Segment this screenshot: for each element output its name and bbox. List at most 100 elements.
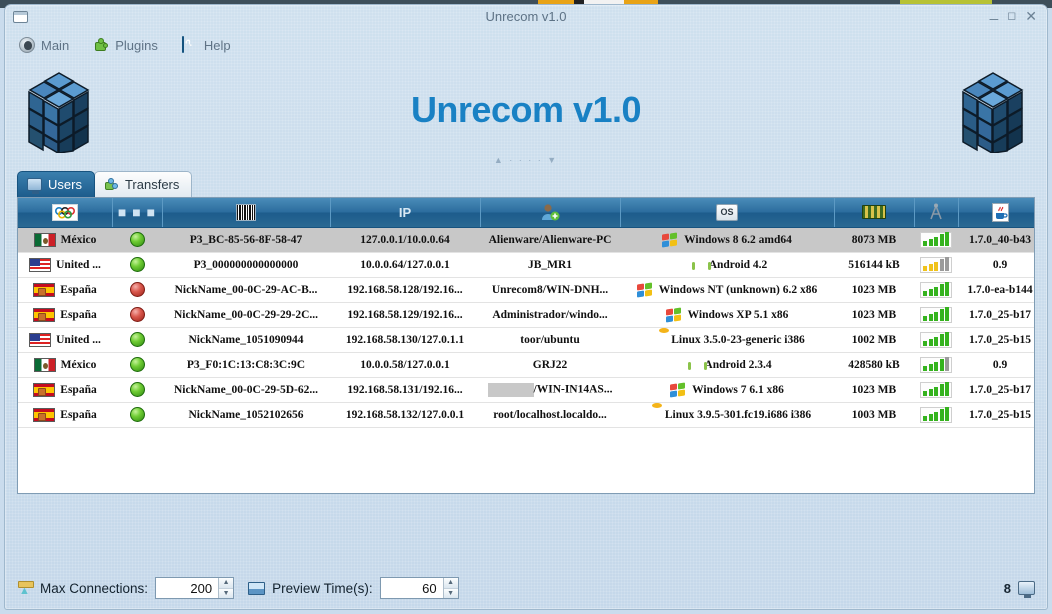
menu-label-main: Main: [41, 37, 70, 53]
column-header-signal[interactable]: [914, 198, 959, 228]
preview-time-spin-down[interactable]: ▼: [443, 588, 458, 598]
signal-strength-icon: [920, 231, 952, 248]
flag-icon: [33, 407, 56, 422]
tab-transfers[interactable]: Transfers: [93, 171, 193, 197]
cell-user: toor/ubuntu: [480, 327, 620, 353]
window-controls: _ ◻ ✕: [990, 5, 1037, 23]
column-header-os[interactable]: OS: [620, 198, 835, 228]
cell-java: 0.9: [958, 252, 1034, 278]
column-header-nickname[interactable]: [162, 198, 331, 228]
column-header-status[interactable]: ■ ■ ■: [112, 198, 163, 228]
banner-nav-dots[interactable]: ▲ · · · · ▼: [5, 155, 1047, 165]
cell-user: root/localhost.localdo...: [493, 408, 607, 421]
menu-item-plugins[interactable]: Plugins: [93, 37, 158, 53]
preview-image-icon: [248, 581, 266, 595]
ram-module-icon: [862, 205, 886, 220]
cell-ip: 127.0.0.1/10.0.0.64: [330, 227, 480, 253]
close-button[interactable]: ✕: [1025, 9, 1037, 23]
tab-transfers-label: Transfers: [124, 177, 180, 192]
cell-signal: [914, 302, 958, 328]
tab-bar: Users Transfers: [17, 171, 193, 197]
dots-icon: ■ ■ ■: [117, 204, 157, 221]
transfer-icon: [104, 178, 119, 191]
preview-time-stepper[interactable]: ▲ ▼: [379, 577, 459, 599]
menu-item-main[interactable]: Main: [19, 37, 69, 53]
table-row[interactable]: México P3_F0:1C:13:C8:3C:9C 10.0.0.58/127.…: [18, 352, 1034, 378]
table-row[interactable]: España NickName_00-0C-29-29-2C... 192.168.…: [18, 302, 1034, 328]
table-row[interactable]: United ... NickName_1051090944 192.168.58.…: [18, 327, 1034, 353]
cell-os: Windows XP 5.1 x86: [620, 302, 834, 328]
preview-time-label: Preview Time(s):: [272, 580, 373, 596]
max-connections-spin-up[interactable]: ▲: [219, 578, 234, 589]
cell-ip: 192.168.58.130/127.0.1.1: [330, 327, 480, 353]
cell-java: 0.9: [958, 352, 1034, 378]
minimize-button[interactable]: _: [990, 5, 998, 20]
status-indicator-icon: [129, 257, 145, 272]
signal-strength-icon: [920, 381, 952, 398]
preview-time-input[interactable]: [380, 578, 443, 598]
preview-time-spin-buttons[interactable]: ▲ ▼: [442, 578, 458, 598]
windows-icon: [662, 232, 679, 248]
cell-country: México: [18, 352, 112, 378]
cell-ip: 192.168.58.132/127.0.0.1: [330, 402, 480, 428]
status-indicator-icon: [129, 357, 145, 372]
tab-users[interactable]: Users: [17, 171, 95, 197]
status-indicator-icon: [129, 282, 145, 297]
maximize-button[interactable]: ◻: [1007, 10, 1016, 22]
max-connections-stepper[interactable]: ▲ ▼: [155, 577, 235, 599]
linux-tux-icon: [643, 407, 660, 423]
cell-status: [112, 327, 162, 353]
column-header-ip[interactable]: IP: [330, 198, 481, 228]
cell-os: Windows NT (unknown) 6.2 x86: [620, 277, 834, 303]
cell-ram: 1023 MB: [834, 377, 914, 403]
cell-os: Windows 8 6.2 amd64: [620, 227, 834, 253]
cell-user: Unrecom8/WIN-DNH...: [491, 283, 609, 296]
cell-status: [112, 302, 162, 328]
cell-status: [112, 277, 162, 303]
app-title: Unrecom v1.0: [410, 89, 642, 130]
column-header-java[interactable]: [958, 198, 1034, 228]
table-row[interactable]: España NickName_00-0C-29-5D-62... 192.168.…: [18, 377, 1034, 403]
windows-icon: [636, 282, 654, 298]
column-header-country[interactable]: [18, 198, 113, 228]
menu-bar: Main Plugins Help: [5, 31, 1047, 59]
cell-user: GRJ22: [532, 358, 568, 371]
cell-os: Linux 3.5.0-23-generic i386: [620, 327, 834, 353]
java-cup-icon: [991, 202, 1009, 222]
preview-time-group: Preview Time(s): ▲ ▼: [248, 577, 459, 599]
flag-icon: [29, 332, 52, 347]
status-bar: Max Connections: ▲ ▼ Preview Time(s): ▲: [5, 567, 1047, 609]
client-count-group: 8: [1004, 581, 1035, 598]
cell-country: España: [18, 277, 112, 303]
table-row[interactable]: España NickName_00-0C-29-AC-B... 192.168.5…: [18, 277, 1034, 303]
monitor-icon: [1018, 581, 1035, 598]
table-header-row: ■ ■ ■ IP OS: [18, 198, 1034, 228]
cell-java: 1.7.0_25-b15: [958, 402, 1034, 428]
cell-java: 1.7.0-ea-b144: [958, 277, 1034, 303]
monitor-icon: [27, 178, 42, 194]
cell-user: JB_MR1: [527, 258, 573, 271]
cell-status: [112, 377, 162, 403]
users-table-panel[interactable]: ■ ■ ■ IP OS México P3_BC-85-56-8F-58-47 127.…: [17, 197, 1035, 494]
column-header-user[interactable]: [480, 198, 621, 228]
preview-time-spin-up[interactable]: ▲: [443, 578, 458, 589]
cell-nickname: NickName_1051090944: [162, 327, 330, 353]
table-row[interactable]: United ... P3_000000000000000 10.0.0.64/12…: [18, 252, 1034, 278]
max-connections-spin-buttons[interactable]: ▲ ▼: [218, 578, 234, 598]
help-diamond-icon: [181, 36, 198, 53]
cell-signal: [914, 352, 958, 378]
signal-strength-icon: [920, 356, 952, 373]
cell-os: Android 2.3.4: [620, 352, 834, 378]
column-header-ram[interactable]: [834, 198, 915, 228]
max-connections-input[interactable]: [156, 578, 219, 598]
cell-os: Windows 7 6.1 x86: [620, 377, 834, 403]
signal-strength-icon: [920, 306, 952, 323]
menu-item-help[interactable]: Help: [181, 36, 231, 53]
table-row[interactable]: México P3_BC-85-56-8F-58-47 127.0.0.1/10.0…: [18, 227, 1034, 253]
cell-nickname: NickName_1052102656: [162, 402, 330, 428]
table-row[interactable]: España NickName_1052102656 192.168.58.132/…: [18, 402, 1034, 428]
redacted-block: [487, 382, 534, 397]
max-connections-spin-down[interactable]: ▼: [219, 588, 234, 598]
cell-user: Alienware/Alienware-PC: [480, 227, 620, 253]
windows-icon: [665, 307, 683, 323]
